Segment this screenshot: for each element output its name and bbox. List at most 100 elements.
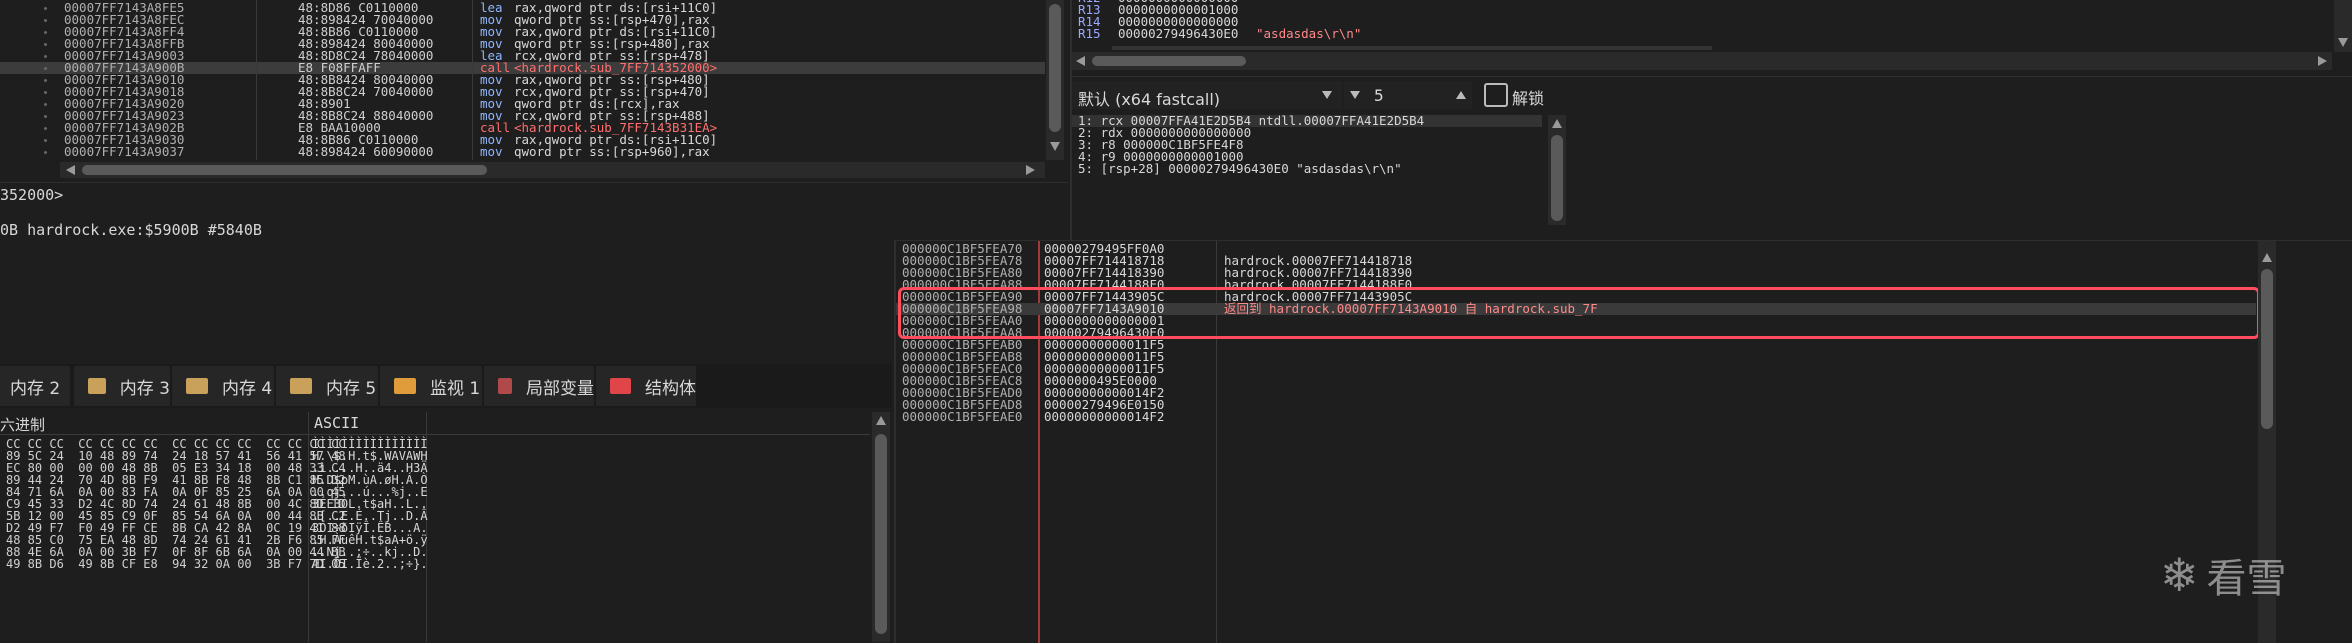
scroll-right-arrow-icon[interactable] <box>2318 56 2327 66</box>
arg-row[interactable]: 5: [rsp+28] 00000279496430E0 "asdasdas\r… <box>1072 161 1542 176</box>
register-comment: "asdasdas\r\n" <box>1256 26 1362 41</box>
callconv-select[interactable]: 默认 (x64 fastcall) <box>1072 81 1342 109</box>
watermark-text: 看雪 <box>2206 556 2287 602</box>
tab-6[interactable]: 局部变量 <box>484 366 596 406</box>
dump-hex: 49 8B D6 49 8B CF E8 94 32 0A 00 3B F7 7… <box>6 557 346 571</box>
tab-label: 内存 3 <box>119 378 170 399</box>
tab-label: 内存 5 <box>326 378 377 399</box>
memory-icon <box>186 378 208 394</box>
watermark: ❄ 看雪 <box>2160 540 2330 610</box>
ascii-column-header: ASCII <box>314 414 360 432</box>
breakpoint-dot-icon[interactable] <box>44 7 47 10</box>
hex-column-header: 六进制 <box>0 416 46 434</box>
disasm-hscrollbar[interactable] <box>60 162 1045 178</box>
callconv-select-value: 默认 (x64 fastcall) <box>1078 90 1221 109</box>
struct-icon <box>610 378 631 394</box>
tab-label: 内存 2 <box>10 378 61 399</box>
breakpoint-dot-icon[interactable] <box>44 115 47 118</box>
column-divider <box>0 434 870 435</box>
column-divider <box>256 0 257 160</box>
breakpoint-dot-icon[interactable] <box>44 151 47 154</box>
tab-label: 监视 1 <box>430 378 481 399</box>
scroll-left-arrow-icon[interactable] <box>66 165 75 175</box>
breakpoint-dot-icon[interactable] <box>44 55 47 58</box>
tab-3[interactable]: 内存 4 <box>172 366 276 406</box>
register-row[interactable]: R15 00000279496430E0 "asdasdas\r\n" <box>1072 26 2332 41</box>
dump-vscrollbar[interactable] <box>872 412 890 642</box>
snowflake-icon: ❄ <box>2160 548 2199 602</box>
scroll-up-arrow-icon[interactable] <box>2262 253 2272 262</box>
stack-vscroll-thumb[interactable] <box>2261 269 2273 429</box>
highlight-box <box>898 287 2260 339</box>
tab-2[interactable]: 内存 3 <box>74 366 172 406</box>
breakpoint-dot-icon[interactable] <box>44 79 47 82</box>
register-row[interactable]: R13 0000000000001000 <box>1072 3 2332 16</box>
register-hscroll-thumb[interactable] <box>1092 56 1246 66</box>
args-vscrollbar[interactable] <box>1548 115 1566 225</box>
dump-panel[interactable]: 六进制 ASCII CC CC CC CC CC CC CC CC CC CC … <box>0 412 892 642</box>
column-divider <box>472 0 473 160</box>
scroll-up-arrow-icon[interactable] <box>1552 119 1562 128</box>
stack-panel[interactable]: 000000C1BF5FEA70 00000279495FF0A0 000000C1… <box>894 240 2352 643</box>
scroll-right-arrow-icon[interactable] <box>1026 165 1035 175</box>
stack-row[interactable]: 000000C1BF5FEAE0 00000000000014F2 <box>896 409 2256 424</box>
dump-ascii: ÆI.ÖI.Ïè.2..;÷}. <box>312 557 428 571</box>
disasm-hscroll-thumb[interactable] <box>82 165 487 175</box>
breakpoint-dot-icon[interactable] <box>44 127 47 130</box>
tab-1[interactable]: 内存 2 <box>0 366 72 406</box>
disasm-address: 00007FF7143A9037 <box>64 144 185 159</box>
tab-4[interactable]: 内存 5 <box>276 366 380 406</box>
disasm-bytes: 48:898424 60090000 <box>298 144 434 159</box>
info-line-1: 352000> <box>0 186 64 204</box>
dump-row[interactable]: 49 8B D6 49 8B CF E8 94 32 0A 00 3B F7 7… <box>0 558 870 570</box>
breakpoint-dot-icon[interactable] <box>44 103 47 106</box>
breakpoint-dot-icon[interactable] <box>44 43 47 46</box>
arg-text: 5: [rsp+28] 00000279496430E0 "asdasdas\r… <box>1078 161 1402 176</box>
register-value: 00000279496430E0 <box>1118 26 1239 41</box>
disasm-vscrollbar[interactable] <box>1046 0 1064 160</box>
disasm-operands: qword ptr ss:[rsp+960],rax <box>514 144 710 159</box>
unlock-label: 解锁 <box>1512 89 1545 108</box>
register-rows: R120000000000000000R130000000000001000R1… <box>1072 0 2332 52</box>
unlock-checkbox[interactable] <box>1484 83 1508 107</box>
scroll-up-arrow-icon[interactable] <box>876 416 886 425</box>
memory-icon <box>290 378 312 394</box>
arg-count-stepper[interactable]: 5 <box>1344 81 1472 109</box>
args-vscroll-thumb[interactable] <box>1551 135 1563 221</box>
stepper-down-icon[interactable] <box>1350 91 1360 99</box>
register-hscrollbar[interactable] <box>1072 52 2332 70</box>
stack-value: 00000000000014F2 <box>1044 409 1165 424</box>
breakpoint-dot-icon[interactable] <box>44 91 47 94</box>
callconv-panel: 默认 (x64 fastcall) 5 解锁 1: rcx 00007FFA41… <box>1070 76 2352 241</box>
tab-7[interactable]: 结构体 <box>596 366 698 406</box>
memory-icon <box>88 378 106 394</box>
breakpoint-dot-icon[interactable] <box>44 19 47 22</box>
watch-icon <box>394 378 416 394</box>
scroll-down-arrow-icon[interactable] <box>1050 142 1060 151</box>
disasm-vscroll-thumb[interactable] <box>1049 4 1061 132</box>
locals-icon <box>498 378 512 394</box>
disasm-row[interactable]: 00007FF7143A9037 48:898424 60090000 mov qwo… <box>0 144 1045 159</box>
stack-address: 000000C1BF5FEAE0 <box>902 409 1023 424</box>
breakpoint-dot-icon[interactable] <box>44 67 47 70</box>
dump-vscroll-thumb[interactable] <box>875 434 887 634</box>
scroll-down-arrow-icon[interactable] <box>2338 38 2348 47</box>
tab-label: 内存 4 <box>222 378 273 399</box>
breakpoint-dot-icon[interactable] <box>44 139 47 142</box>
tab-5[interactable]: 监视 1 <box>380 366 484 406</box>
register-vscrollbar[interactable] <box>2334 0 2352 52</box>
dump-rows: CC CC CC CC CC CC CC CC CC CC CC CC CC C… <box>0 436 870 642</box>
disassembly-panel[interactable]: 00007FF7143A8FE5 48:8D86 C0110000 lea rax,q… <box>0 0 1068 182</box>
disasm-rows: 00007FF7143A8FE5 48:8D86 C0110000 lea rax,q… <box>0 0 1045 160</box>
arg-rows: 1: rcx 00007FFA41E2D5B4 ntdll.00007FFA41… <box>1072 114 1542 215</box>
register-name: R15 <box>1078 26 1101 41</box>
info-line-2: 0B hardrock.exe:$5900B #5840B <box>0 221 262 239</box>
register-panel[interactable]: R120000000000000000R130000000000001000R1… <box>1070 0 2352 76</box>
breakpoint-dot-icon[interactable] <box>44 31 47 34</box>
arg-count-value: 5 <box>1374 86 1384 105</box>
stepper-up-icon[interactable] <box>1456 91 1466 99</box>
disasm-mnemonic: mov <box>480 144 503 159</box>
scroll-left-arrow-icon[interactable] <box>1076 56 1085 66</box>
chevron-down-icon <box>1322 91 1332 99</box>
register-faded-row <box>1112 46 1712 50</box>
